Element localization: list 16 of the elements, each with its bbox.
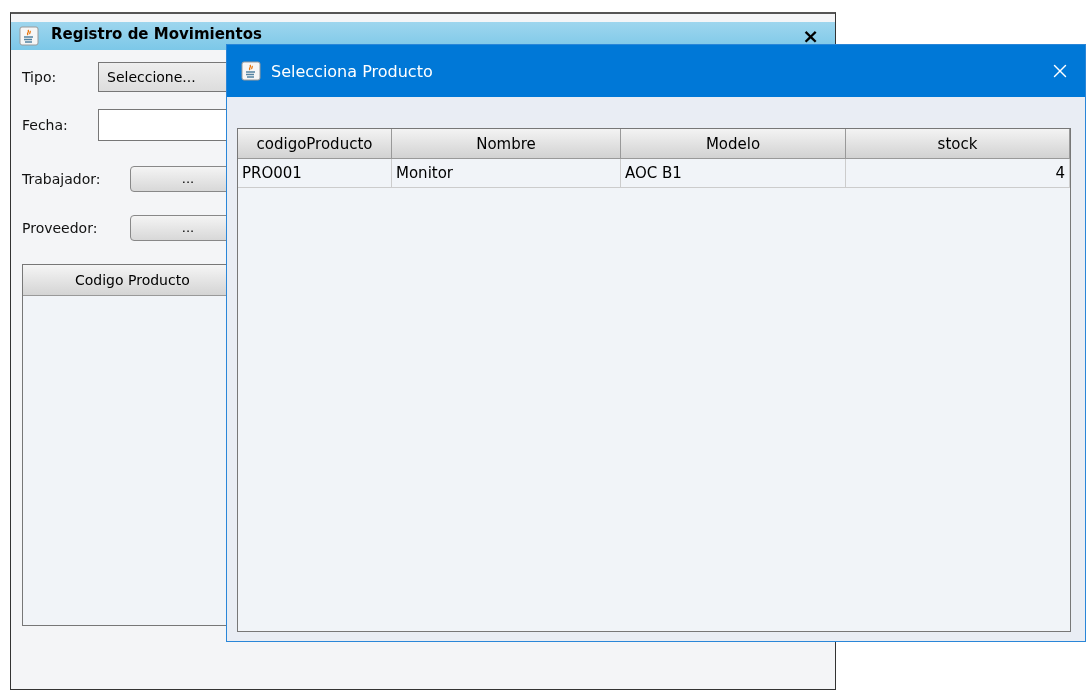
table-cell: Monitor: [392, 159, 621, 188]
column-header[interactable]: Nombre: [392, 129, 621, 159]
java-cup-icon: [19, 26, 39, 46]
java-cup-icon: [241, 61, 261, 81]
table-cell: AOC B1: [621, 159, 846, 188]
table-cell: 4: [846, 159, 1070, 188]
window-title: Registro de Movimientos: [51, 25, 263, 43]
field-label: Tipo:: [22, 69, 58, 85]
column-header[interactable]: codigoProducto: [238, 129, 392, 159]
table-cell: PRO001: [238, 159, 392, 188]
field-label: Fecha:: [22, 117, 69, 133]
close-button[interactable]: ×: [802, 24, 819, 48]
column-header[interactable]: stock: [846, 129, 1070, 159]
column-header[interactable]: Modelo: [621, 129, 846, 159]
field-label: Trabajador:: [22, 170, 102, 187]
field-label: Proveedor:: [22, 219, 99, 236]
